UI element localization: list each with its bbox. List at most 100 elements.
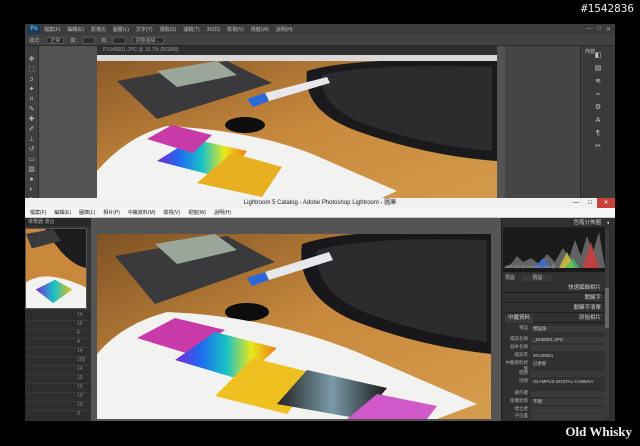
channels-icon[interactable]: ≋	[593, 78, 603, 86]
photoshop-menubar: Ps 檔案(F) 編輯(E) 影像(I) 圖層(L) 文字(Y) 選取(S) 濾…	[25, 24, 615, 35]
lr-metadata-header[interactable]: 中繼資料 原始相片	[503, 314, 611, 323]
ps-menu-view[interactable]: 檢視(V)	[227, 26, 244, 33]
lr-preset-row: 預設 預設	[503, 273, 611, 283]
ps-document-tab[interactable]: P1040001.JPG @ 16.7% (RGB/8)	[97, 46, 497, 55]
gradient-icon[interactable]: ▥	[28, 166, 36, 173]
metadata-row: 副本名稱	[503, 344, 605, 352]
lr-menu-edit[interactable]: 編輯(E)	[54, 209, 71, 216]
ps-option-style-select[interactable]: 正常	[46, 36, 65, 44]
folder-count: 100	[77, 357, 86, 363]
lr-main-photo[interactable]	[97, 234, 491, 419]
healing-icon[interactable]: ✚	[28, 116, 36, 123]
lr-menu-photo[interactable]: 相片(P)	[103, 209, 120, 216]
image-id-label: #1542836	[581, 2, 634, 15]
lr-quick-develop-header[interactable]: 快速編輯相片	[503, 284, 611, 293]
blur-icon[interactable]: ●	[28, 176, 36, 183]
eyedropper-icon[interactable]: ✎	[28, 106, 36, 113]
photoshop-window: Ps 檔案(F) 編輯(E) 影像(I) 圖層(L) 文字(Y) 選取(S) 濾…	[25, 24, 615, 200]
tools-icon[interactable]: ✂	[593, 143, 603, 151]
lr-keywords-header[interactable]: 關鍵字	[503, 294, 611, 303]
ps-photo-canvas[interactable]	[97, 61, 497, 200]
ps-option-width-field[interactable]	[82, 36, 95, 44]
ps-menu-layer[interactable]: 圖層(L)	[113, 26, 129, 33]
lr-menu-view[interactable]: 檢視(V)	[163, 209, 180, 216]
lr-navigator-header[interactable]: 導覽器 適合	[25, 218, 91, 226]
paragraph-icon[interactable]: ¶	[593, 130, 603, 138]
meta-value[interactable]: _1040001.JPG	[531, 337, 605, 343]
lasso-icon[interactable]: ↄ	[28, 76, 36, 83]
ps-panel-dock: ◧ ▤ ≋ ⌁ ⚙ A ¶ ✂	[580, 46, 615, 200]
ps-menu-image[interactable]: 影像(I)	[91, 26, 106, 33]
crop-icon[interactable]: ⌗	[28, 96, 36, 103]
ps-menu-type[interactable]: 文字(Y)	[136, 26, 153, 33]
meta-value[interactable]: 不明	[531, 399, 605, 405]
lr-menu-window[interactable]: 視窗(W)	[188, 209, 206, 216]
move-icon[interactable]: ✥	[28, 56, 36, 63]
folder-count: 10	[77, 402, 83, 408]
eraser-icon[interactable]: ▭	[28, 156, 36, 163]
paths-icon[interactable]: ⌁	[593, 91, 603, 99]
meta-value[interactable]	[531, 414, 605, 420]
metadata-row: 標題	[503, 370, 605, 378]
meta-value[interactable]	[531, 345, 605, 351]
lr-preset-select[interactable]: 預設	[522, 275, 553, 281]
meta-value[interactable]	[531, 391, 605, 397]
lr-keyword-list-header[interactable]: 關鍵字清單	[503, 304, 611, 313]
magic-wand-icon[interactable]: ✦	[28, 86, 36, 93]
lightroom-window: Lightroom 5 Catalog - Adobe Photoshop Li…	[25, 198, 615, 421]
lr-maximize-button[interactable]: □	[583, 198, 597, 208]
ps-maximize-button[interactable]: □	[597, 26, 601, 33]
lr-histogram-info: ISO 200 25 mm f/5.6 1/60 秒	[505, 264, 556, 269]
dodge-icon[interactable]: ◐	[28, 186, 36, 193]
folder-count: 3	[77, 411, 80, 417]
stamp-icon[interactable]: ⊥	[28, 136, 36, 143]
ps-minimize-button[interactable]: —	[586, 26, 592, 33]
brush-icon[interactable]: ✐	[28, 126, 36, 133]
lr-scrollbar-thumb[interactable]	[605, 288, 609, 328]
lr-menu-library[interactable]: 圖庫(L)	[79, 209, 95, 216]
watermark: Old Whisky	[565, 424, 632, 439]
ps-menu-edit[interactable]: 編輯(E)	[67, 26, 84, 33]
ps-menu-file[interactable]: 檔案(F)	[44, 26, 60, 33]
folder-count: 10	[77, 375, 83, 381]
ps-toolbar: ✥ ⬚ ↄ ✦ ⌗ ✎ ✚ ✐ ⊥ ↺ ▭ ▥ ● ◐ ✒ T	[25, 46, 39, 200]
lr-metadata-mode-select[interactable]: 中繼資料	[505, 314, 534, 323]
folder-count: 13	[77, 384, 83, 390]
ps-menu-filter[interactable]: 濾鏡(T)	[183, 26, 199, 33]
lr-menu-help[interactable]: 說明(H)	[214, 209, 231, 216]
layers-icon[interactable]: ▤	[593, 65, 603, 73]
ps-menu-window[interactable]: 視窗(W)	[251, 26, 269, 33]
lr-menu-metadata[interactable]: 中繼資料(M)	[128, 209, 156, 216]
ps-properties-label: 內容	[585, 49, 596, 55]
ps-option-height-label: 高:	[100, 37, 108, 44]
metadata-row: 檔案夾 20140504	[503, 352, 605, 360]
history-brush-icon[interactable]: ↺	[28, 146, 36, 153]
meta-value[interactable]	[531, 371, 605, 377]
metadata-row: 版權狀態 不明	[503, 398, 605, 406]
ps-options-bar: 樣式: 正常 寬: 高: 調整邊緣...	[25, 35, 615, 46]
lr-close-button[interactable]: ✕	[597, 198, 615, 208]
lr-metadata-title: 原始相片	[578, 315, 601, 321]
ps-close-button[interactable]: ✕	[606, 26, 611, 33]
ps-menu-select[interactable]: 選取(S)	[160, 26, 177, 33]
lr-menu-file[interactable]: 檔案(F)	[30, 209, 46, 216]
ps-refine-edge-button[interactable]: 調整邊緣...	[131, 36, 164, 44]
lr-histogram-header[interactable]: 色階分佈圖	[503, 219, 611, 228]
meta-key: 檔案夾	[514, 352, 529, 357]
marquee-icon[interactable]: ⬚	[28, 66, 36, 73]
meta-value[interactable]: 預設值	[531, 326, 605, 332]
meta-key: 預設	[519, 325, 528, 330]
character-icon[interactable]: A	[593, 117, 603, 125]
lr-minimize-button[interactable]: —	[569, 198, 583, 208]
metadata-row: 檔案名稱 _1040001.JPG	[503, 336, 605, 344]
metadata-row: 著作權	[503, 390, 605, 398]
ps-option-height-field[interactable]	[113, 36, 126, 44]
ps-option-width-label: 寬:	[70, 37, 77, 44]
ps-menu-3d[interactable]: 3D(D)	[207, 27, 220, 33]
meta-key: 副本名稱	[510, 344, 528, 349]
ps-menu-help[interactable]: 說明(H)	[276, 26, 293, 33]
properties-icon[interactable]: ⚙	[593, 104, 603, 112]
meta-key: 標題	[519, 370, 528, 375]
lr-navigator-thumbnail[interactable]	[25, 228, 87, 309]
meta-value: 已更新	[533, 361, 547, 366]
